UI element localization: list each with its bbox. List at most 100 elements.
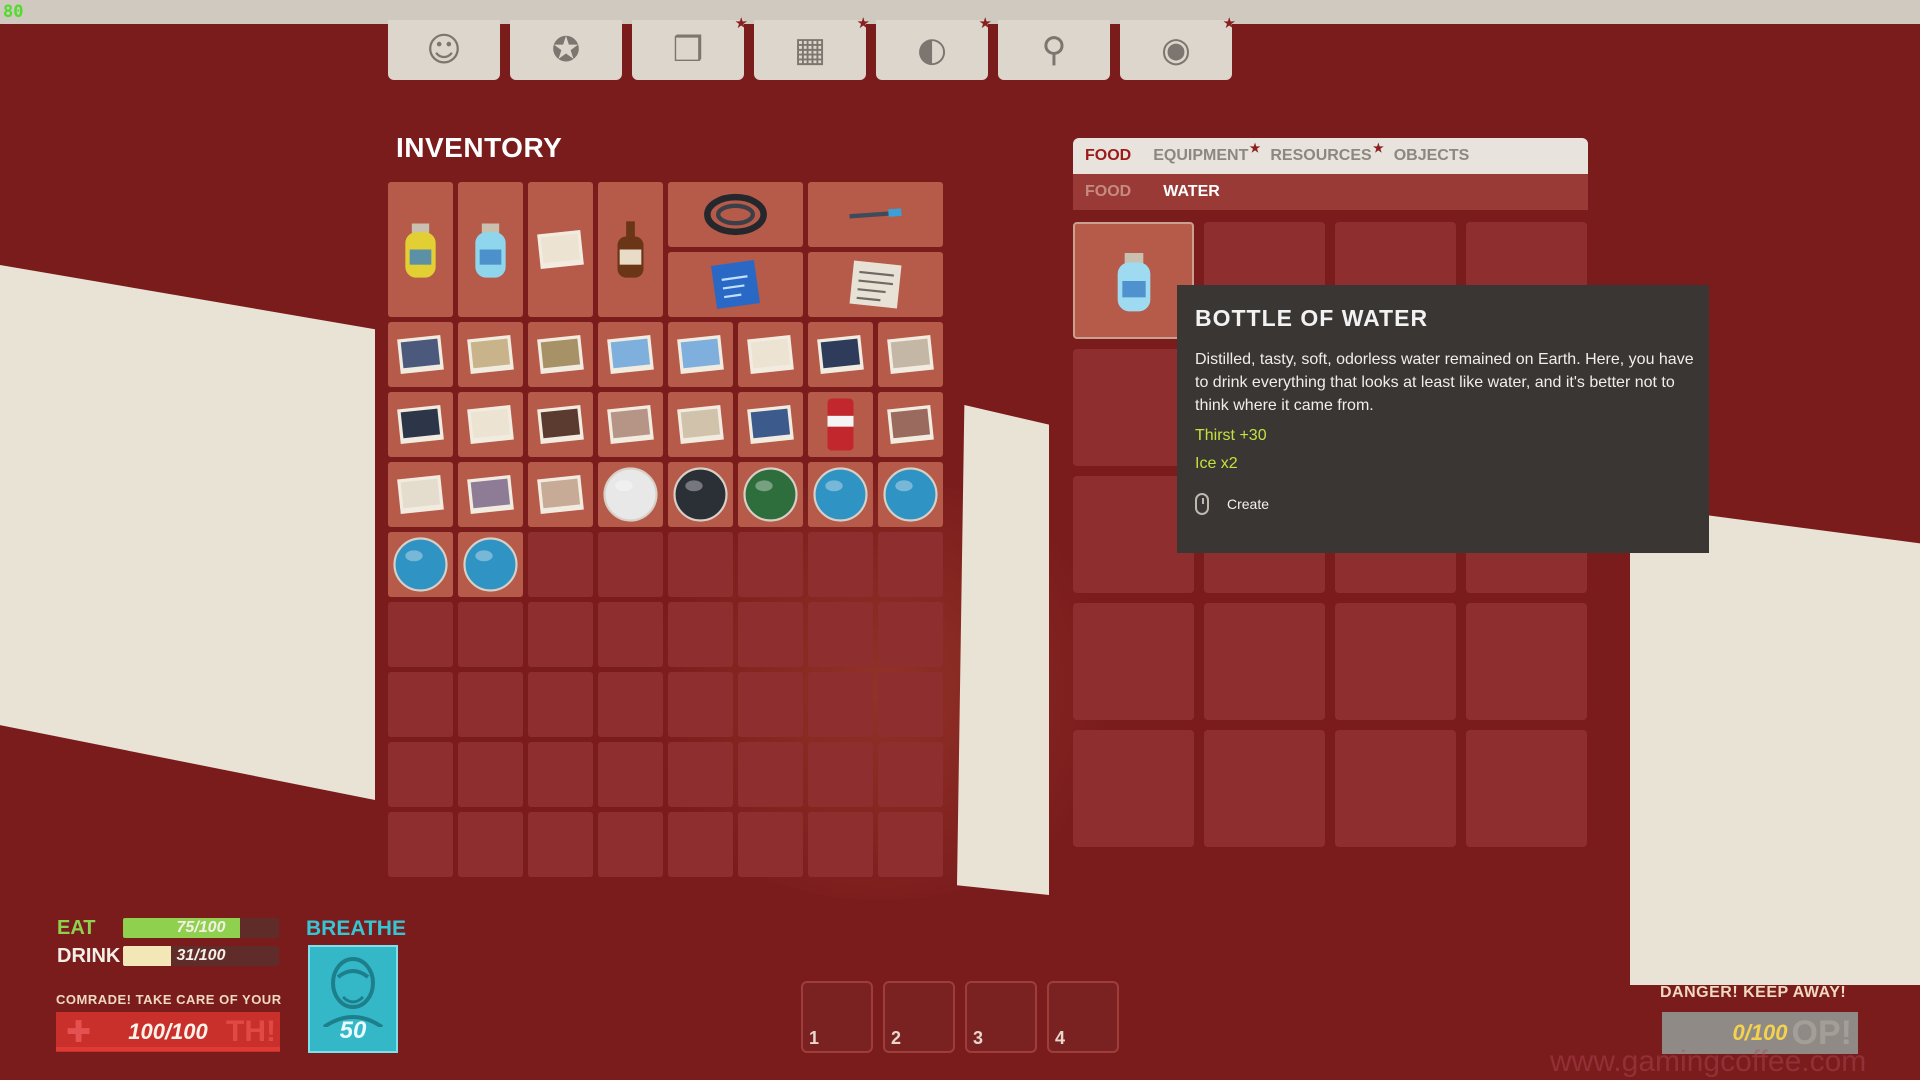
inventory-item-blue-orb-2[interactable] — [878, 462, 943, 527]
inventory-item-card-10[interactable] — [458, 392, 523, 457]
inventory-slot-empty[interactable] — [878, 602, 943, 667]
inventory-item-card-11[interactable] — [528, 392, 593, 457]
inventory-item-card-9[interactable] — [388, 392, 453, 457]
inventory-item-card-5[interactable] — [668, 322, 733, 387]
hotbar-slot-1[interactable]: 1 — [801, 981, 873, 1053]
inventory-item-coiled-cable[interactable] — [668, 182, 803, 247]
recipe-slot-empty[interactable] — [1073, 349, 1194, 466]
inventory-item-card-6[interactable] — [738, 322, 803, 387]
inventory-item-card-12[interactable] — [598, 392, 663, 457]
inventory-slot-empty[interactable] — [598, 672, 663, 737]
recipe-slot-empty[interactable] — [1466, 730, 1587, 847]
inventory-slot-empty[interactable] — [528, 602, 593, 667]
inventory-item-card-2[interactable] — [458, 322, 523, 387]
category-tab-resources[interactable]: RESOURCES ★ — [1270, 141, 1383, 165]
inventory-slot-empty[interactable] — [528, 672, 593, 737]
inventory-slot-empty[interactable] — [808, 672, 873, 737]
inventory-slot-empty[interactable] — [878, 812, 943, 877]
inventory-slot-empty[interactable] — [808, 532, 873, 597]
nav-tab-achievements[interactable]: ✪ — [510, 20, 622, 80]
recipe-slot-empty[interactable] — [1204, 603, 1325, 720]
subcategory-tab-water[interactable]: WATER — [1163, 183, 1220, 201]
inventory-item-card-4[interactable] — [598, 322, 663, 387]
inventory-slot-empty[interactable] — [738, 532, 803, 597]
inventory-item-card-3[interactable] — [528, 322, 593, 387]
inventory-slot-empty[interactable] — [458, 602, 523, 667]
recipe-slot-empty[interactable] — [1204, 730, 1325, 847]
inventory-slot-empty[interactable] — [458, 672, 523, 737]
inventory-slot-empty[interactable] — [668, 672, 733, 737]
inventory-item-newspaper[interactable] — [808, 252, 943, 317]
inventory-item-blueprint[interactable] — [668, 252, 803, 317]
nav-tab-journal[interactable]: ❒ ★ — [632, 14, 748, 80]
inventory-slot-empty[interactable] — [458, 812, 523, 877]
inventory-slot-empty[interactable] — [808, 742, 873, 807]
inventory-item-card-7[interactable] — [808, 322, 873, 387]
inventory-item-green-orb[interactable] — [738, 462, 803, 527]
inventory-item-card-13[interactable] — [668, 392, 733, 457]
inventory-slot-empty[interactable] — [388, 602, 453, 667]
inventory-slot-empty[interactable] — [808, 812, 873, 877]
inventory-item-photo-card[interactable] — [528, 182, 593, 317]
nav-tab-character[interactable]: ☺ — [388, 20, 500, 80]
inventory-item-blue-orb-4[interactable] — [458, 532, 523, 597]
recipe-slot-empty[interactable] — [1073, 730, 1194, 847]
inventory-item-card-16[interactable] — [388, 462, 453, 527]
inventory-slot-empty[interactable] — [738, 672, 803, 737]
inventory-item-card-17[interactable] — [458, 462, 523, 527]
recipe-slot-empty[interactable] — [1073, 603, 1194, 720]
inventory-slot-empty[interactable] — [878, 532, 943, 597]
inventory-slot-empty[interactable] — [668, 812, 733, 877]
inventory-slot-empty[interactable] — [668, 742, 733, 807]
inventory-slot-empty[interactable] — [528, 812, 593, 877]
inventory-item-dark-orb[interactable] — [668, 462, 733, 527]
category-tab-equipment[interactable]: EQUIPMENT ★ — [1153, 141, 1260, 165]
inventory-item-white-orb[interactable] — [598, 462, 663, 527]
inventory-slot-empty[interactable] — [388, 672, 453, 737]
inventory-slot-empty[interactable] — [598, 602, 663, 667]
recipe-slot-bottle-of-water[interactable] — [1073, 222, 1194, 339]
inventory-item-soda-can[interactable] — [808, 392, 873, 457]
category-tab-objects[interactable]: OBJECTS — [1394, 147, 1470, 165]
inventory-item-water-spray-bottle[interactable] — [458, 182, 523, 317]
inventory-slot-empty[interactable] — [738, 742, 803, 807]
inventory-slot-empty[interactable] — [388, 742, 453, 807]
recipe-slot-empty[interactable] — [1466, 603, 1587, 720]
nav-tab-camera[interactable]: ◉ ★ — [1120, 14, 1236, 80]
inventory-slot-empty[interactable] — [388, 812, 453, 877]
inventory-item-beer-bottle[interactable] — [598, 182, 663, 317]
hotbar-slot-4[interactable]: 4 — [1047, 981, 1119, 1053]
category-tab-food[interactable]: FOOD — [1085, 147, 1131, 165]
hotbar-slot-3[interactable]: 3 — [965, 981, 1037, 1053]
nav-tab-crafting[interactable]: ◐ ★ — [876, 14, 992, 80]
inventory-item-blue-orb-1[interactable] — [808, 462, 873, 527]
subcategory-tab-food[interactable]: FOOD — [1085, 183, 1131, 201]
inventory-item-card-15[interactable] — [878, 392, 943, 457]
inventory-slot-empty[interactable] — [528, 742, 593, 807]
inventory-item-card-1[interactable] — [388, 322, 453, 387]
inventory-item-yellow-bottle[interactable] — [388, 182, 453, 317]
inventory-item-card-8[interactable] — [878, 322, 943, 387]
inventory-slot-empty[interactable] — [808, 602, 873, 667]
recipe-slot-empty[interactable] — [1073, 476, 1194, 593]
inventory-item-card-18[interactable] — [528, 462, 593, 527]
hotbar-slot-2[interactable]: 2 — [883, 981, 955, 1053]
inventory-slot-empty[interactable] — [528, 532, 593, 597]
inventory-slot-empty[interactable] — [598, 532, 663, 597]
inventory-slot-empty[interactable] — [738, 602, 803, 667]
inventory-slot-empty[interactable] — [878, 672, 943, 737]
nav-tab-map[interactable]: ⚲ — [998, 20, 1110, 80]
nav-tab-calculator[interactable]: ▦ ★ — [754, 14, 870, 80]
inventory-slot-empty[interactable] — [738, 812, 803, 877]
inventory-slot-empty[interactable] — [598, 742, 663, 807]
inventory-slot-empty[interactable] — [668, 602, 733, 667]
recipe-slot-empty[interactable] — [1335, 603, 1456, 720]
recipe-slot-empty[interactable] — [1335, 730, 1456, 847]
inventory-item-card-14[interactable] — [738, 392, 803, 457]
inventory-slot-empty[interactable] — [598, 812, 663, 877]
inventory-slot-empty[interactable] — [878, 742, 943, 807]
tooltip-action-create[interactable]: Create — [1195, 493, 1691, 515]
inventory-slot-empty[interactable] — [458, 742, 523, 807]
inventory-item-blue-orb-3[interactable] — [388, 532, 453, 597]
inventory-slot-empty[interactable] — [668, 532, 733, 597]
